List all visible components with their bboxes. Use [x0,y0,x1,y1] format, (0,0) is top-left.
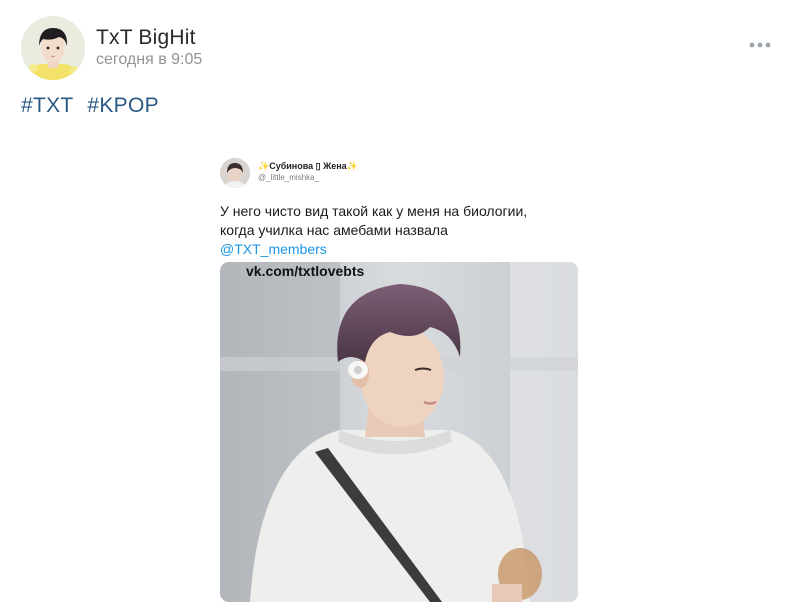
wall-post: TxT BigHit сегодня в 9:05 #TXT #KPOP ✨Су… [0,0,800,605]
hashtag-link[interactable]: #KPOP [87,94,159,117]
author-name[interactable]: TxT BigHit [96,26,196,50]
hashtag-link[interactable]: #TXT [21,94,74,117]
tweet-text-line: У него чисто вид такой как у меня на био… [220,203,528,219]
tweet-text-line: когда училка нас амебами назвала [220,222,448,238]
author-avatar[interactable] [21,16,85,80]
post-timestamp[interactable]: сегодня в 9:05 [96,51,202,69]
tweet-mention: @TXT_members [220,241,327,257]
tweet-photo: vk.com/txtlovebts [220,262,578,602]
attached-tweet-image[interactable]: ✨Субинова ▯ Жена✨ @_little_mishka_ У нег… [214,148,586,604]
tweet-author-handle: @_little_mishka_ [258,173,320,182]
post-hashtags: #TXT #KPOP [21,94,167,118]
tweet-author-avatar [220,158,250,188]
photo-watermark: vk.com/txtlovebts [246,263,365,279]
tweet-text: У него чисто вид такой как у меня на био… [220,202,580,259]
tweet-author-name: ✨Субинова ▯ Жена✨ [258,161,358,171]
more-horizontal-icon[interactable] [748,36,772,48]
